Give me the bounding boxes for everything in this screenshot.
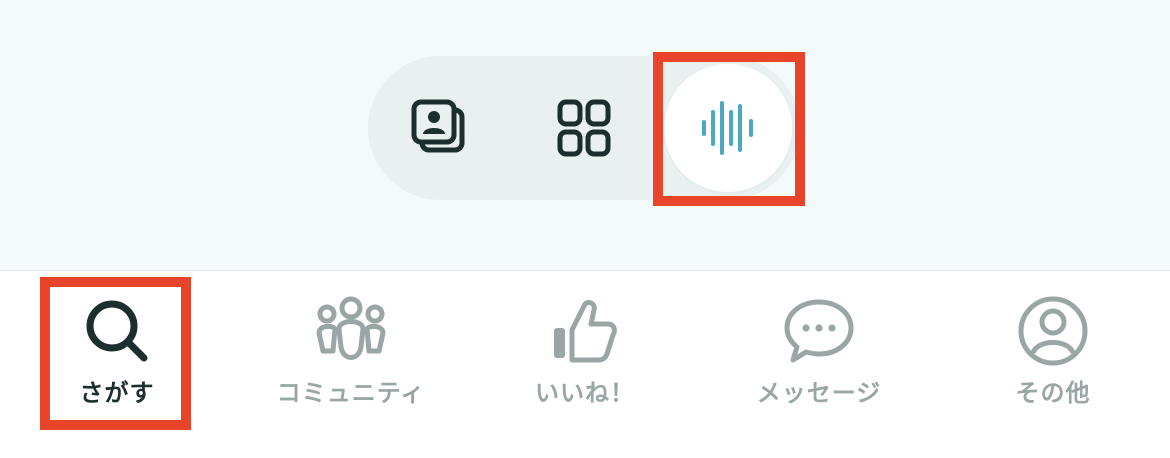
chat-bubble-icon: [784, 299, 854, 363]
tab-messages[interactable]: メッセージ: [702, 271, 936, 421]
search-icon: [86, 300, 148, 362]
tab-other[interactable]: その他: [936, 271, 1170, 421]
profile-cards-view-button[interactable]: [368, 56, 512, 200]
grid-view-button[interactable]: [512, 56, 656, 200]
top-area: [0, 0, 1170, 271]
active-indicator: [664, 64, 792, 192]
tab-label: いいね！: [535, 379, 635, 407]
tab-label: コミュニティ: [276, 379, 426, 407]
bottom-tab-bar: さがす コミュニティ いいね！ メッセージ その他: [0, 271, 1170, 458]
tab-label: その他: [1015, 379, 1091, 407]
view-mode-toggle: [368, 56, 800, 200]
community-icon: [316, 296, 386, 360]
profile-cards-icon: [411, 99, 465, 153]
tab-likes[interactable]: いいね！: [468, 271, 702, 421]
tab-label: メッセージ: [756, 379, 882, 407]
tab-search[interactable]: さがす: [0, 271, 234, 421]
tab-label: さがす: [79, 379, 155, 407]
thumbs-up-icon: [554, 300, 617, 363]
voice-view-button[interactable]: [656, 56, 800, 200]
voice-waveform-icon: [702, 101, 753, 155]
grid-icon: [557, 99, 611, 157]
tab-community[interactable]: コミュニティ: [234, 271, 468, 421]
user-circle-icon: [1018, 296, 1088, 366]
